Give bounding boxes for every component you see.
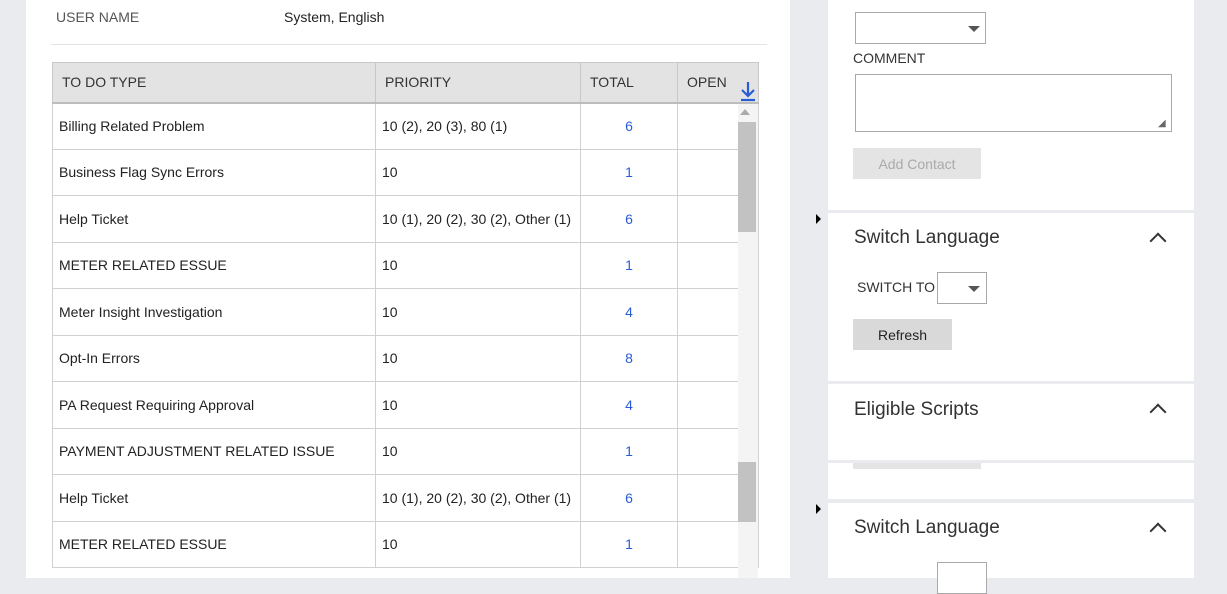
column-header-priority[interactable]: PRIORITY: [375, 62, 581, 104]
todo-type-cell: METER RELATED ESSUE: [52, 520, 376, 568]
comment-field[interactable]: [855, 74, 1172, 132]
column-header-todo-type[interactable]: TO DO TYPE: [52, 62, 376, 104]
switch-language-card-2: Switch Language: [828, 503, 1194, 594]
priority-cell: 10 (2), 20 (3), 80 (1): [375, 102, 581, 150]
priority-cell: 10 (1), 20 (2), 30 (2), Other (1): [375, 474, 581, 522]
add-contact-button[interactable]: Add Contact: [853, 148, 981, 179]
priority-cell: 10 (1), 20 (2), 30 (2), Other (1): [375, 195, 581, 243]
priority-cell: 10: [375, 520, 581, 568]
table-row[interactable]: METER RELATED ESSUE1010: [52, 520, 759, 568]
todo-type-cell: Billing Related Problem: [52, 102, 376, 150]
column-header-total[interactable]: TOTAL: [580, 62, 678, 104]
switch-language-card: Switch Language SWITCH TO Refresh: [828, 213, 1194, 381]
table-header-row: TO DO TYPE PRIORITY TOTAL OPEN: [52, 62, 759, 104]
collapse-arrow-icon-2[interactable]: [816, 504, 821, 514]
priority-cell: 10: [375, 427, 581, 475]
language-select-2[interactable]: [937, 562, 987, 594]
todo-summary-table: TO DO TYPE PRIORITY TOTAL OPEN Billing R…: [52, 62, 759, 568]
table-row[interactable]: Billing Related Problem 10 (2), 20 (3), 8…: [52, 102, 759, 150]
priority-cell: 10: [375, 381, 581, 429]
table-row[interactable]: Help Ticket 10 (1), 20 (2), 30 (2), Other…: [52, 474, 759, 522]
todo-type-cell: Help Ticket: [52, 195, 376, 243]
table-row[interactable]: Business Flag Sync Errors1010: [52, 148, 759, 196]
refresh-button[interactable]: Refresh: [853, 319, 952, 350]
switch-language-title-2: Switch Language: [854, 517, 1000, 538]
table-row[interactable]: PAYMENT ADJUSTMENT RELATED ISSUE1010: [52, 427, 759, 475]
chevron-down-icon: [968, 286, 980, 292]
table-row[interactable]: PA Request Requiring Approval1041: [52, 381, 759, 429]
todo-type-cell: METER RELATED ESSUE: [52, 241, 376, 289]
total-count-link[interactable]: 1: [580, 148, 678, 196]
collapse-arrow-icon[interactable]: [816, 214, 821, 224]
type-select[interactable]: [855, 12, 986, 44]
total-count-link[interactable]: 8: [580, 334, 678, 382]
eligible-scripts-content: [828, 463, 1194, 499]
todo-summary-panel: USER NAME System, English TO DO TYPE PRI…: [26, 0, 790, 578]
total-count-link[interactable]: 1: [580, 427, 678, 475]
total-count-link[interactable]: 6: [580, 195, 678, 243]
table-row[interactable]: METER RELATED ESSUE1010: [52, 241, 759, 289]
switch-to-label: SWITCH TO: [857, 279, 936, 295]
language-select[interactable]: [937, 272, 987, 304]
scroll-up-arrow-icon[interactable]: [740, 109, 750, 115]
comment-label: COMMENT: [853, 50, 926, 66]
eligible-scripts-title: Eligible Scripts: [854, 399, 979, 420]
user-name-row: USER NAME System, English: [51, 0, 767, 45]
todo-type-cell: Meter Insight Investigation: [52, 288, 376, 336]
todo-type-cell: Opt-In Errors: [52, 334, 376, 382]
total-count-link[interactable]: 1: [580, 241, 678, 289]
priority-cell: 10: [375, 288, 581, 336]
todo-type-cell: Business Flag Sync Errors: [52, 148, 376, 196]
right-sidebar: COMMENT ◢ Add Contact Switch Language SW…: [828, 0, 1194, 594]
chevron-down-icon: [968, 26, 980, 32]
table-scrollbar-thumb-secondary[interactable]: [738, 462, 756, 522]
table-row[interactable]: Meter Insight Investigation1040: [52, 288, 759, 336]
todo-type-cell: PA Request Requiring Approval: [52, 381, 376, 429]
table-row[interactable]: Help Ticket 10 (1), 20 (2), 30 (2), Other…: [52, 195, 759, 243]
resize-grip-icon[interactable]: ◢: [1158, 118, 1170, 130]
chevron-up-icon[interactable]: [1149, 403, 1167, 421]
chevron-up-icon[interactable]: [1149, 522, 1167, 540]
table-row[interactable]: Opt-In Errors1084: [52, 334, 759, 382]
total-count-link[interactable]: 6: [580, 474, 678, 522]
eligible-scripts-card: Eligible Scripts: [828, 384, 1194, 460]
chevron-up-icon[interactable]: [1149, 232, 1167, 250]
contact-card: COMMENT ◢ Add Contact: [828, 0, 1194, 210]
priority-cell: 10: [375, 334, 581, 382]
total-count-link[interactable]: 1: [580, 520, 678, 568]
total-count-link[interactable]: 6: [580, 102, 678, 150]
priority-cell: 10: [375, 241, 581, 289]
todo-type-cell: Help Ticket: [52, 474, 376, 522]
user-name-value: System, English: [284, 9, 385, 25]
priority-cell: 10: [375, 148, 581, 196]
todo-type-cell: PAYMENT ADJUSTMENT RELATED ISSUE: [52, 427, 376, 475]
user-name-label: USER NAME: [56, 9, 140, 25]
switch-language-title: Switch Language: [854, 227, 1000, 248]
total-count-link[interactable]: 4: [580, 381, 678, 429]
download-icon[interactable]: [738, 80, 760, 102]
partial-button: [853, 463, 981, 469]
table-scrollbar-thumb[interactable]: [738, 122, 756, 232]
total-count-link[interactable]: 4: [580, 288, 678, 336]
